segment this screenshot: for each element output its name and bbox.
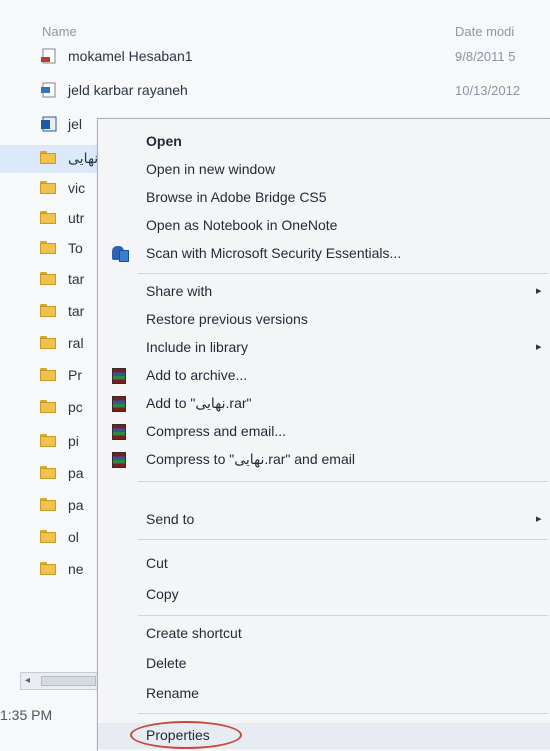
folder-icon bbox=[40, 151, 56, 164]
menu-item-cut[interactable]: Cut bbox=[98, 551, 550, 577]
menu-item-label: Include in library bbox=[146, 339, 248, 355]
folder-icon bbox=[40, 368, 56, 381]
folder-icon bbox=[40, 181, 56, 194]
file-icon bbox=[41, 48, 56, 64]
menu-item-label: Copy bbox=[146, 586, 179, 602]
menu-item-label: Open as Notebook in OneNote bbox=[146, 217, 338, 233]
publisher-file-icon bbox=[41, 116, 57, 132]
menu-item-label: Compress and email... bbox=[146, 423, 287, 439]
menu-item-label: Open in new window bbox=[146, 161, 276, 177]
folder-icon bbox=[40, 400, 56, 413]
submenu-arrow-icon: ▸ bbox=[536, 285, 542, 297]
menu-separator bbox=[138, 713, 548, 714]
menu-item-compress-rar-email[interactable]: Compress to "نهایی.rar" and email bbox=[98, 447, 550, 473]
menu-item-label: Restore previous versions bbox=[146, 311, 308, 327]
menu-item-browse-bridge[interactable]: Browse in Adobe Bridge CS5 bbox=[98, 185, 550, 211]
folder-icon bbox=[40, 304, 56, 317]
menu-separator bbox=[138, 615, 548, 616]
file-name: pa bbox=[68, 465, 84, 481]
file-name: ol bbox=[68, 529, 79, 545]
menu-separator bbox=[138, 539, 548, 540]
file-name: mokamel Hesaban1 bbox=[68, 48, 193, 64]
scroll-thumb[interactable] bbox=[41, 676, 96, 686]
file-name: pi bbox=[68, 433, 79, 449]
menu-item-share-with[interactable]: Share with ▸ bbox=[98, 279, 550, 305]
file-icon bbox=[41, 82, 56, 98]
menu-separator bbox=[138, 481, 548, 482]
explorer-window: Name Date modi mokamel Hesaban1 9/8/2011… bbox=[0, 0, 550, 751]
folder-icon bbox=[40, 211, 56, 224]
file-date: 9/8/2011 5 bbox=[455, 49, 516, 64]
menu-item-label: Scan with Microsoft Security Essentials.… bbox=[146, 245, 402, 261]
column-header-row: Name Date modi bbox=[0, 24, 550, 44]
menu-item-add-archive[interactable]: Add to archive... bbox=[98, 363, 550, 389]
file-name: jeld karbar rayaneh bbox=[68, 82, 188, 98]
menu-item-label: Delete bbox=[146, 655, 187, 671]
file-name: pc bbox=[68, 399, 83, 415]
file-name: vic bbox=[68, 180, 86, 196]
menu-item-label: Rename bbox=[146, 685, 199, 701]
file-name: tar bbox=[68, 271, 85, 287]
file-name: ral bbox=[68, 335, 84, 351]
context-menu: Open Open in new window Browse in Adobe … bbox=[97, 118, 550, 751]
menu-item-create-shortcut[interactable]: Create shortcut bbox=[98, 621, 550, 647]
winrar-icon bbox=[112, 452, 126, 468]
folder-icon bbox=[40, 241, 56, 254]
file-date: 10/13/2012 bbox=[455, 83, 521, 98]
menu-item-copy[interactable]: Copy bbox=[98, 582, 550, 608]
file-name: نهایی bbox=[68, 150, 99, 166]
winrar-icon bbox=[112, 424, 126, 440]
column-header-date[interactable]: Date modi bbox=[455, 24, 514, 39]
menu-item-delete[interactable]: Delete bbox=[98, 651, 550, 677]
menu-item-label: Cut bbox=[146, 555, 168, 571]
scroll-left-icon[interactable]: ◂ bbox=[25, 675, 30, 686]
folder-icon bbox=[40, 434, 56, 447]
menu-item-label: Compress to "نهایی.rar" and email bbox=[146, 451, 355, 467]
menu-item-add-to-rar[interactable]: Add to "نهایی.rar" bbox=[98, 391, 550, 417]
file-name: tar bbox=[68, 303, 85, 319]
security-essentials-icon bbox=[110, 244, 130, 264]
menu-item-rename[interactable]: Rename bbox=[98, 681, 550, 707]
file-name: ne bbox=[68, 561, 84, 577]
status-time: 1:35 PM bbox=[0, 707, 53, 723]
column-header-name[interactable]: Name bbox=[42, 24, 77, 39]
folder-icon bbox=[40, 498, 56, 511]
submenu-arrow-icon: ▸ bbox=[536, 513, 542, 525]
folder-icon bbox=[40, 466, 56, 479]
submenu-arrow-icon: ▸ bbox=[536, 341, 542, 353]
menu-item-label: Create shortcut bbox=[146, 625, 242, 641]
menu-item-label: Open bbox=[146, 133, 182, 149]
menu-item-properties[interactable]: Properties bbox=[98, 721, 550, 749]
menu-item-label: Share with bbox=[146, 283, 213, 299]
menu-separator bbox=[138, 273, 548, 274]
file-name: jel bbox=[68, 116, 83, 132]
menu-item-include-library[interactable]: Include in library ▸ bbox=[98, 335, 550, 361]
menu-item-label: Send to bbox=[146, 511, 195, 527]
file-row[interactable]: jeld karbar rayaneh 10/13/2012 bbox=[0, 78, 550, 106]
winrar-icon bbox=[112, 368, 126, 384]
file-row[interactable]: mokamel Hesaban1 9/8/2011 5 bbox=[0, 44, 550, 72]
menu-item-open[interactable]: Open bbox=[98, 129, 550, 155]
folder-icon bbox=[40, 530, 56, 543]
menu-item-open-onenote[interactable]: Open as Notebook in OneNote bbox=[98, 213, 550, 239]
menu-item-label: Browse in Adobe Bridge CS5 bbox=[146, 189, 327, 205]
file-name: utr bbox=[68, 210, 85, 226]
menu-item-label: Add to archive... bbox=[146, 367, 248, 383]
menu-item-scan-security[interactable]: Scan with Microsoft Security Essentials.… bbox=[98, 241, 550, 267]
menu-item-compress-email[interactable]: Compress and email... bbox=[98, 419, 550, 445]
folder-icon bbox=[40, 272, 56, 285]
folder-icon bbox=[40, 336, 56, 349]
winrar-icon bbox=[112, 396, 126, 412]
file-name: To bbox=[68, 240, 83, 256]
menu-item-label: Properties bbox=[146, 727, 210, 743]
horizontal-scrollbar[interactable]: ◂ bbox=[20, 672, 100, 690]
menu-item-send-to[interactable]: Send to ▸ bbox=[98, 507, 550, 533]
menu-item-open-new-window[interactable]: Open in new window bbox=[98, 157, 550, 183]
menu-item-restore-versions[interactable]: Restore previous versions bbox=[98, 307, 550, 333]
folder-icon bbox=[40, 562, 56, 575]
file-name: Pr bbox=[68, 367, 82, 383]
menu-item-label: Add to "نهایی.rar" bbox=[146, 395, 252, 411]
file-name: pa bbox=[68, 497, 84, 513]
